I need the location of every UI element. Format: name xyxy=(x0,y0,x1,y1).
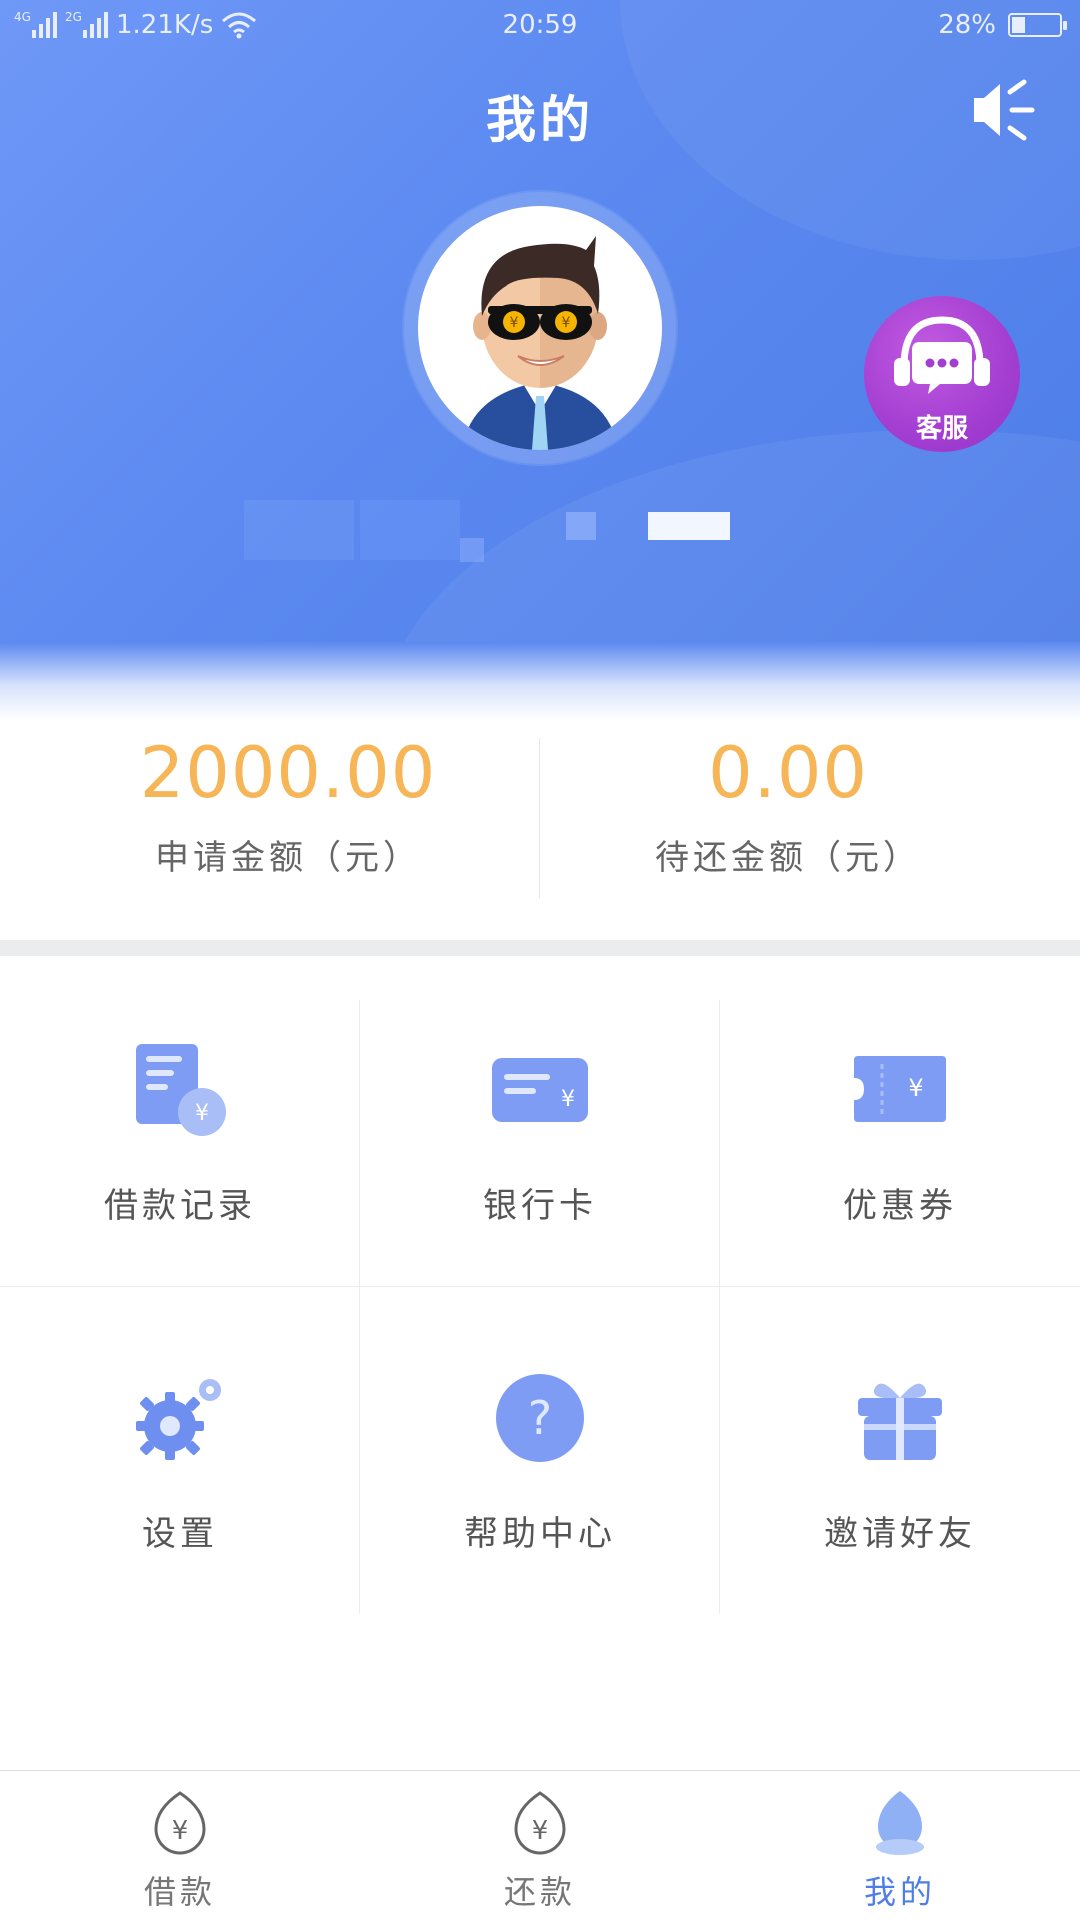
pending-amount-value: 0.00 xyxy=(708,732,868,814)
tab-label: 我的 xyxy=(863,1873,936,1911)
grid-item-invite-friends[interactable]: 邀请好友 xyxy=(720,1328,1080,1628)
grid-item-label: 优惠券 xyxy=(843,1186,957,1226)
customer-service-button[interactable]: 客服 xyxy=(864,296,1020,452)
clock: 20:59 xyxy=(502,10,578,40)
coupon-icon: ¥ xyxy=(854,1056,946,1122)
gift-icon xyxy=(858,1383,942,1460)
applied-amount[interactable]: 2000.00 申请金额（元） xyxy=(18,720,558,879)
svg-text:¥: ¥ xyxy=(195,1101,209,1126)
divider xyxy=(539,738,540,898)
function-grid: ¥ 借款记录 ¥ 银行卡 ¥ 优惠券 设置 ? 帮助中心 邀请好友 xyxy=(0,1000,1080,1614)
help-icon: ? xyxy=(496,1374,584,1462)
svg-text:¥: ¥ xyxy=(908,1074,923,1102)
grid-item-help-center[interactable]: ? 帮助中心 xyxy=(360,1328,720,1628)
svg-text:?: ? xyxy=(528,1391,552,1445)
applied-amount-value: 2000.00 xyxy=(139,732,437,814)
applied-amount-label: 申请金额（元） xyxy=(155,838,421,878)
speaker-mute-icon[interactable] xyxy=(970,78,1040,142)
amount-summary: 2000.00 申请金额（元） 0.00 待还金额（元） xyxy=(0,720,1080,940)
header-fade xyxy=(0,642,1080,720)
headset-chat-icon xyxy=(894,316,990,394)
avatar-image: ¥ ¥ xyxy=(462,236,618,450)
profile-drop-icon xyxy=(876,1791,924,1855)
svg-text:¥: ¥ xyxy=(172,1816,189,1846)
loan-record-icon: ¥ xyxy=(136,1044,226,1136)
yen-drop-icon: ¥ xyxy=(154,1791,206,1855)
grid-item-bank-card[interactable]: ¥ 银行卡 xyxy=(360,1000,720,1300)
page-title: 我的 xyxy=(486,91,594,149)
pending-amount-label: 待还金额（元） xyxy=(655,838,921,878)
svg-text:¥: ¥ xyxy=(510,315,519,331)
tab-repay[interactable]: ¥ 还款 xyxy=(360,1771,720,1921)
bank-card-icon: ¥ xyxy=(492,1058,588,1122)
gear-icon xyxy=(136,1379,221,1460)
battery-percent: 28% xyxy=(938,10,996,40)
tab-label: 还款 xyxy=(503,1873,576,1911)
grid-item-label: 邀请好友 xyxy=(824,1514,976,1554)
tab-mine[interactable]: 我的 xyxy=(720,1771,1080,1921)
svg-text:¥: ¥ xyxy=(561,1087,575,1112)
grid-item-label: 银行卡 xyxy=(483,1186,597,1226)
status-bar: 4G 2G 1.21K/s 20:59 28% xyxy=(0,0,1080,52)
grid-item-label: 借款记录 xyxy=(104,1186,256,1226)
battery-icon xyxy=(1008,13,1067,37)
yen-drop-icon: ¥ xyxy=(514,1791,566,1855)
svg-text:¥: ¥ xyxy=(532,1816,549,1846)
grid-item-label: 设置 xyxy=(142,1514,218,1554)
profile-header: 4G 2G 1.21K/s 20:59 28% 我的 ¥ ¥ 客服 xyxy=(0,0,1080,642)
bottom-tab-bar: ¥ 借款 ¥ 还款 我的 xyxy=(0,1770,1080,1921)
grid-item-coupon[interactable]: ¥ 优惠券 xyxy=(720,1000,1080,1300)
customer-service-label: 客服 xyxy=(915,414,968,444)
avatar[interactable]: ¥ ¥ xyxy=(404,192,676,464)
grid-item-settings[interactable]: 设置 xyxy=(0,1328,360,1628)
grid-item-loan-record[interactable]: ¥ 借款记录 xyxy=(0,1000,360,1300)
grid-item-label: 帮助中心 xyxy=(464,1514,616,1554)
section-separator xyxy=(0,940,1080,956)
tab-label: 借款 xyxy=(143,1873,216,1911)
header-decoration xyxy=(380,430,1080,642)
pending-amount[interactable]: 0.00 待还金额（元） xyxy=(518,720,1058,879)
tab-borrow[interactable]: ¥ 借款 xyxy=(0,1771,360,1921)
svg-text:¥: ¥ xyxy=(562,315,571,331)
